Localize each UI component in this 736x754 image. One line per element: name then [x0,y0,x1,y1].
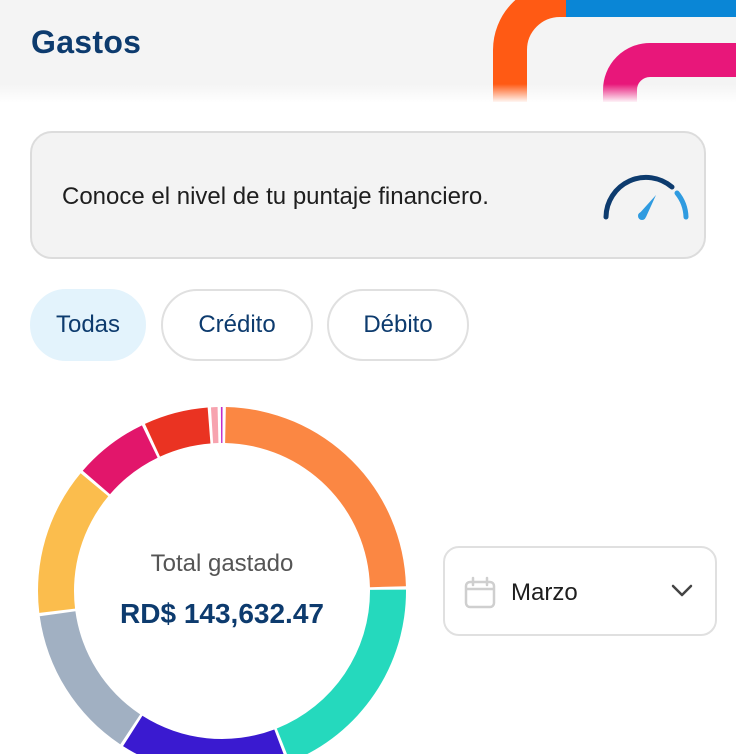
gauge-icon [603,174,689,220]
header-decoration [493,0,736,102]
month-selector[interactable]: Marzo [443,546,717,636]
total-spent-label: Total gastado [150,550,294,577]
header: Gastos [0,0,736,102]
score-card-text: Conoce el nivel de tu puntaje financiero… [62,183,489,210]
donut-slice-5 [38,473,109,613]
donut-slice-4 [39,611,141,745]
financial-score-card[interactable]: Conoce el nivel de tu puntaje financiero… [30,131,706,259]
filter-credito[interactable]: Crédito [161,289,313,361]
filter-todas[interactable]: Todas [30,289,146,361]
spending-donut-chart [38,407,406,754]
page-title: Gastos [31,24,142,60]
total-spent-value: RD$ 143,632.47 [120,598,324,629]
filter-debito[interactable]: Débito [327,289,469,361]
donut-slice-8 [210,407,219,444]
calendar-icon [464,576,496,609]
donut-slice-3 [123,715,284,754]
donut-slice-7 [144,407,211,457]
chevron-down-icon [671,584,693,597]
month-selector-value: Marzo [511,579,578,606]
donut-slice-6 [82,425,158,495]
donut-slice-9 [220,407,223,444]
